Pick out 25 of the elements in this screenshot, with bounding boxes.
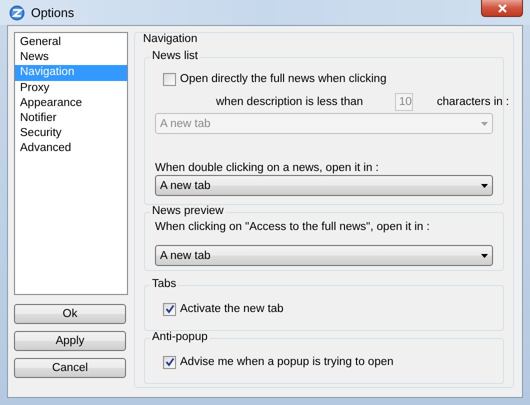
apply-button[interactable]: Apply	[14, 331, 126, 351]
dropdown-label: When clicking on "Access to the full news", open it in :	[155, 221, 431, 233]
category-item[interactable]: Proxy	[15, 80, 127, 96]
group-title: Tabs	[150, 278, 178, 290]
category-item[interactable]: News	[15, 50, 127, 66]
category-item[interactable]: General	[15, 35, 127, 50]
field-label: when description is less than	[216, 96, 364, 108]
panel-title: Navigation	[142, 33, 198, 45]
group-title: News preview	[150, 205, 226, 217]
category-item[interactable]: Notifier	[15, 110, 127, 126]
category-item[interactable]: Advanced	[15, 141, 127, 156]
checkbox-label: Activate the new tab	[180, 303, 284, 315]
category-item[interactable]: Appearance	[15, 96, 127, 111]
dropdown[interactable]: A new tab	[155, 175, 493, 196]
group-title: Anti-popup	[150, 331, 210, 343]
checkbox-label: Open directly the full news when clicking	[180, 73, 386, 85]
dropdown[interactable]: A new tab	[155, 245, 493, 266]
ok-button[interactable]: Ok	[14, 304, 126, 324]
group-title: News list	[150, 50, 200, 62]
field-suffix: characters in :	[436, 96, 510, 108]
dropdown-label: When double clicking on a news, open it in :	[155, 162, 380, 174]
category-item[interactable]: Security	[15, 126, 127, 142]
window-title: Options	[31, 6, 74, 20]
cancel-button[interactable]: Cancel	[14, 358, 126, 378]
checkbox-label: Advise me when a popup is trying to open	[180, 356, 394, 368]
